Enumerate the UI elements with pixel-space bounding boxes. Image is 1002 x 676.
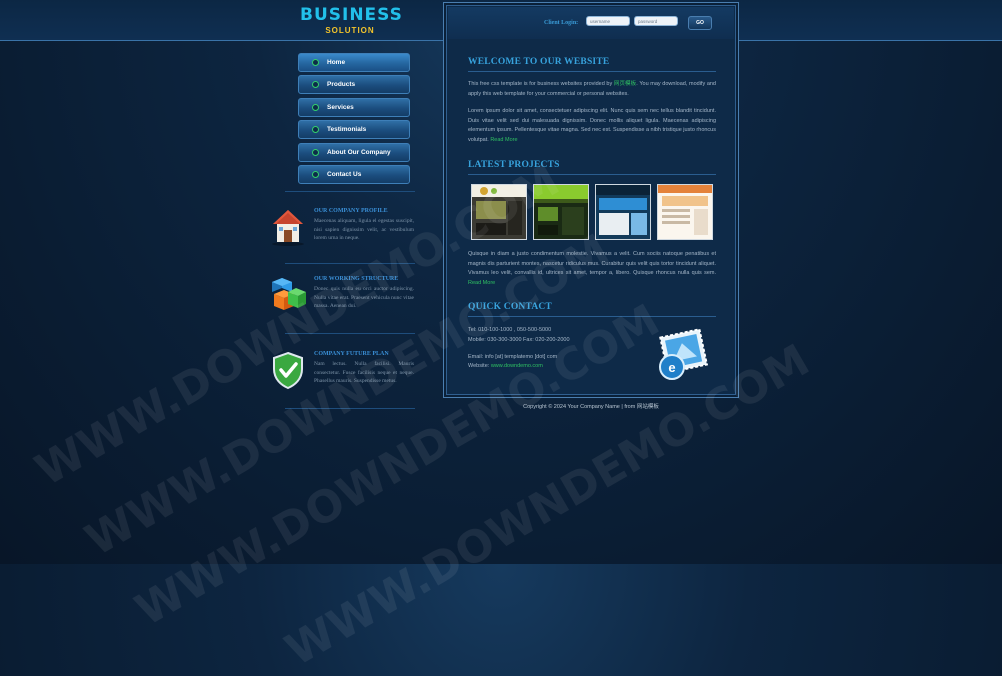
house-icon bbox=[268, 208, 308, 252]
project-thumb-2[interactable] bbox=[533, 184, 589, 240]
bullet-icon bbox=[312, 170, 319, 178]
template-link[interactable]: 网页模板 bbox=[614, 81, 636, 87]
divider bbox=[285, 191, 415, 192]
username-input[interactable]: username bbox=[586, 16, 630, 26]
cubes-icon bbox=[268, 276, 308, 320]
project-thumb-1[interactable] bbox=[471, 184, 527, 240]
projects-body: Quisque in diam a justo condimentum mole… bbox=[468, 250, 716, 288]
contact-tel: Tel: 010-100-1000 , 050-500-5000 bbox=[468, 327, 552, 333]
nav-item-services[interactable]: Services bbox=[298, 97, 410, 117]
welcome-intro: This free css template is for business w… bbox=[468, 80, 716, 99]
welcome-body: Lorem ipsum dolor sit amet, consectetuer… bbox=[468, 107, 716, 145]
nav-label: Testimonials bbox=[327, 126, 367, 134]
divider bbox=[285, 333, 415, 334]
svg-text:e: e bbox=[668, 360, 675, 375]
future-plan-block: COMPANY FUTURE PLAN Nam lectus. Nulla fa… bbox=[268, 351, 414, 401]
read-more-link[interactable]: Read More bbox=[468, 280, 495, 286]
plan-body: Nam lectus. Nulla facilisi. Mauris conse… bbox=[314, 361, 414, 385]
login-go-button[interactable]: GO bbox=[688, 16, 712, 30]
project-thumb-3[interactable] bbox=[595, 184, 651, 240]
profile-body: Maecenas aliquam, ligula el egestas susc… bbox=[314, 218, 414, 242]
contact-email: Email: info [at] templatemo [dot] com bbox=[468, 354, 558, 360]
bullet-icon bbox=[312, 148, 319, 156]
working-structure-block: OUR WORKING STRUCTURE Donec quis nulla e… bbox=[268, 276, 414, 326]
logo-title: BUSINESS bbox=[300, 5, 403, 25]
profile-text: OUR COMPANY PROFILE Maecenas aliquam, li… bbox=[314, 208, 414, 243]
contact-mobile: Mobile: 030-300-3000 Fax: 020-200-2000 bbox=[468, 337, 570, 343]
nav-item-testimonials[interactable]: Testimonials bbox=[298, 120, 410, 140]
nav-label: About Our Company bbox=[327, 148, 391, 156]
website-label: Website: bbox=[468, 363, 491, 369]
welcome-title: WELCOME TO OUR WEBSITE bbox=[468, 57, 610, 67]
nav-item-products[interactable]: Products bbox=[298, 75, 410, 95]
bullet-icon bbox=[312, 103, 319, 111]
contact-website: Website: www.downdemo.com bbox=[468, 363, 543, 369]
intro-text: This free css template is for business w… bbox=[468, 81, 614, 87]
nav-label: Contact Us bbox=[327, 170, 362, 178]
project-thumb-4[interactable] bbox=[657, 184, 713, 240]
bullet-icon bbox=[312, 126, 319, 134]
bullet-icon bbox=[312, 59, 319, 66]
content-panel: Client Login: username password GO WELCO… bbox=[443, 2, 739, 398]
password-input[interactable]: password bbox=[634, 16, 678, 26]
divider bbox=[468, 174, 716, 175]
divider bbox=[468, 71, 716, 72]
read-more-link[interactable]: Read More bbox=[490, 137, 517, 143]
divider bbox=[468, 316, 716, 317]
projects-title: LATEST PROJECTS bbox=[468, 160, 560, 170]
nav-item-contact[interactable]: Contact Us bbox=[298, 164, 410, 184]
structure-text: OUR WORKING STRUCTURE Donec quis nulla e… bbox=[314, 276, 414, 311]
mail-stamp-icon: e bbox=[654, 323, 714, 383]
projects-body-text: Quisque in diam a justo condimentum mole… bbox=[468, 251, 716, 277]
nav-label: Services bbox=[327, 103, 354, 111]
client-login-label: Client Login: bbox=[544, 20, 579, 26]
shield-check-icon bbox=[268, 351, 308, 395]
nav-label: Home bbox=[327, 59, 346, 66]
main-nav: Home Products Services Testimonials Abou… bbox=[298, 53, 410, 187]
plan-title: COMPANY FUTURE PLAN bbox=[314, 351, 389, 357]
plan-text: COMPANY FUTURE PLAN Nam lectus. Nulla fa… bbox=[314, 351, 414, 386]
profile-title: OUR COMPANY PROFILE bbox=[314, 208, 388, 214]
bullet-icon bbox=[312, 81, 319, 89]
divider bbox=[285, 408, 415, 409]
nav-label: Products bbox=[327, 81, 356, 89]
nav-item-about[interactable]: About Our Company bbox=[298, 142, 410, 162]
nav-item-home[interactable]: Home bbox=[298, 53, 410, 72]
structure-title: OUR WORKING STRUCTURE bbox=[314, 276, 399, 282]
logo-subtitle: SOLUTION bbox=[325, 26, 375, 35]
structure-body: Donec quis nulla eu orci auctor adipisci… bbox=[314, 286, 414, 310]
copyright: Copyright © 2024 Your Company Name | fro… bbox=[523, 404, 659, 410]
divider bbox=[285, 263, 415, 264]
site-logo[interactable]: BUSINESS SOLUTION bbox=[300, 5, 403, 35]
company-profile-block: OUR COMPANY PROFILE Maecenas aliquam, li… bbox=[268, 208, 414, 258]
login-bar: Client Login: username password GO bbox=[448, 7, 734, 39]
contact-title: QUICK CONTACT bbox=[468, 302, 552, 312]
website-link[interactable]: www.downdemo.com bbox=[491, 363, 543, 369]
